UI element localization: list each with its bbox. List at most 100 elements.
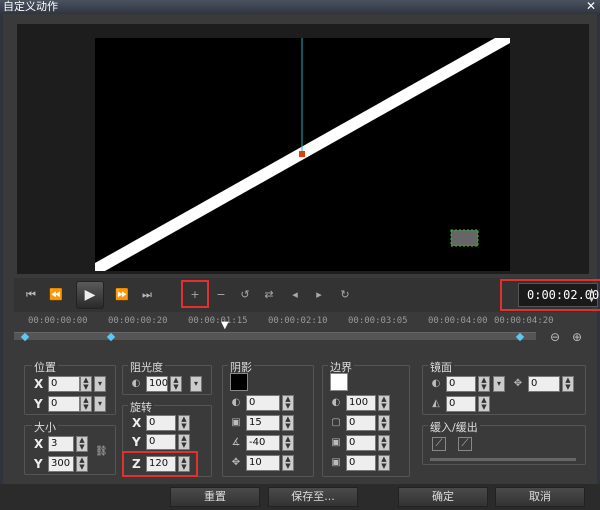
mirror-dropdown[interactable]: ▾ bbox=[493, 376, 505, 392]
opacity-label: 阻光度 bbox=[128, 359, 165, 375]
prev-keyframe-icon[interactable]: ◂ bbox=[284, 286, 306, 304]
opacity-spinner[interactable]: ▲ ▼ bbox=[170, 376, 182, 392]
border-input-4[interactable]: 0 bbox=[346, 455, 376, 471]
position-y-label: Y bbox=[34, 397, 43, 411]
position-x-input[interactable]: 0 bbox=[48, 376, 80, 392]
mirror-fade-icon: ◭ bbox=[432, 398, 440, 409]
loop-icon[interactable]: ↻ bbox=[334, 286, 356, 304]
timecode-spinner[interactable]: ▲ ▼ bbox=[589, 286, 594, 304]
position-label: 位置 bbox=[32, 359, 58, 375]
mirror-input-3[interactable]: 0 bbox=[446, 396, 476, 412]
ease-in-icon[interactable]: ⟋ bbox=[432, 437, 446, 451]
tick-label: 00:00:00:20 bbox=[108, 316, 168, 326]
shadow-input-2[interactable]: 15 bbox=[246, 415, 280, 431]
mirror-input-1[interactable]: 0 bbox=[446, 376, 476, 392]
playhead-icon[interactable]: ▼ bbox=[221, 320, 231, 331]
size-y-spinner[interactable]: ▲ ▼ bbox=[76, 456, 88, 472]
swap-icon[interactable]: ⇄ bbox=[258, 286, 280, 304]
rotation-x-label: X bbox=[132, 416, 142, 430]
rotation-z-input[interactable]: 120 bbox=[146, 456, 176, 472]
go-end-icon[interactable]: ⏭ bbox=[138, 287, 156, 303]
position-y-dropdown[interactable]: ▾ bbox=[94, 396, 106, 412]
ease-out-icon[interactable]: ⟋ bbox=[458, 437, 472, 451]
position-x-dropdown[interactable]: ▾ bbox=[94, 376, 106, 392]
position-y-spinner[interactable]: ▲ ▼ bbox=[80, 396, 92, 412]
shadow-spinner-3[interactable]: ▲ ▼ bbox=[282, 435, 294, 451]
add-keyframe-icon[interactable]: + bbox=[184, 286, 206, 304]
tick-label: 00:00:04:00 bbox=[428, 316, 488, 326]
border-width-icon: ▢ bbox=[331, 417, 341, 428]
rotation-y-label: Y bbox=[132, 435, 141, 449]
cancel-button[interactable]: 取消 bbox=[495, 487, 585, 507]
preview-canvas[interactable] bbox=[95, 38, 510, 271]
zoom-out-icon[interactable]: ⊖ bbox=[550, 330, 560, 344]
position-x-label: X bbox=[34, 377, 44, 391]
mirror-label: 镜面 bbox=[428, 359, 454, 375]
border-color-swatch[interactable] bbox=[330, 373, 348, 391]
border-spinner-2[interactable]: ▲ ▼ bbox=[378, 415, 390, 431]
preview-graphic bbox=[95, 38, 510, 271]
size-y-input[interactable]: 300 bbox=[48, 456, 74, 472]
shadow-spinner-2[interactable]: ▲ ▼ bbox=[282, 415, 294, 431]
close-icon[interactable]: ✕ bbox=[586, 0, 596, 13]
delete-keyframe-icon[interactable]: − bbox=[210, 286, 232, 304]
border-spinner-1[interactable]: ▲ ▼ bbox=[378, 395, 390, 411]
position-y-input[interactable]: 0 bbox=[48, 396, 80, 412]
rotation-z-spinner[interactable]: ▲ ▼ bbox=[178, 456, 190, 472]
next-keyframe-icon[interactable]: ▸ bbox=[308, 286, 330, 304]
ok-button[interactable]: 确定 bbox=[398, 487, 488, 507]
shadow-input-1[interactable]: 0 bbox=[246, 395, 280, 411]
size-x-input[interactable]: 3 bbox=[48, 436, 74, 452]
size-label: 大小 bbox=[32, 419, 58, 435]
reset-button[interactable]: 重置 bbox=[170, 487, 260, 507]
tick-label: 00:00:02:10 bbox=[268, 316, 328, 326]
timeline-track[interactable] bbox=[14, 332, 536, 340]
tick-label: 00:00:03:05 bbox=[348, 316, 408, 326]
border-input-1[interactable]: 100 bbox=[346, 395, 376, 411]
mirror-input-2[interactable]: 0 bbox=[528, 376, 560, 392]
shadow-opacity-icon: ◐ bbox=[231, 397, 241, 408]
mirror-opacity-icon: ◐ bbox=[431, 378, 441, 389]
size-x-spinner[interactable]: ▲ ▼ bbox=[76, 436, 88, 452]
shadow-spinner-4[interactable]: ▲ ▼ bbox=[282, 455, 294, 471]
mirror-spinner-3[interactable]: ▲ ▼ bbox=[478, 396, 490, 412]
position-x-spinner[interactable]: ▲ ▼ bbox=[80, 376, 92, 392]
step-back-icon[interactable]: ⏪ bbox=[47, 287, 65, 303]
rotation-y-input[interactable]: 0 bbox=[146, 434, 176, 450]
go-start-icon[interactable]: ⏮ bbox=[22, 287, 40, 303]
shadow-blur-icon: ▣ bbox=[231, 417, 241, 428]
shadow-spinner-1[interactable]: ▲ ▼ bbox=[282, 395, 294, 411]
mirror-distance-icon: ✥ bbox=[513, 378, 523, 389]
transport-bar: ⏮ ⏪ ▶ ⏩ ⏭ + − ↺ ⇄ ◂ ▸ ↻ 0:00:02.00 ▲ ▼ bbox=[14, 278, 600, 312]
shadow-input-3[interactable]: -40 bbox=[246, 435, 280, 451]
opacity-dropdown[interactable]: ▾ bbox=[190, 376, 202, 392]
reverse-icon[interactable]: ↺ bbox=[234, 286, 256, 304]
mirror-spinner-2[interactable]: ▲ ▼ bbox=[562, 376, 574, 392]
save-to-button[interactable]: 保存至... bbox=[268, 487, 358, 507]
timecode-field[interactable]: 0:00:02.00 ▲ ▼ bbox=[518, 283, 599, 307]
rotation-z-label: Z bbox=[132, 457, 141, 471]
border-spinner-3[interactable]: ▲ ▼ bbox=[378, 435, 390, 451]
mini-object[interactable] bbox=[450, 229, 479, 247]
opacity-icon: ◐ bbox=[131, 378, 141, 389]
step-forward-icon[interactable]: ⏩ bbox=[113, 287, 131, 303]
border-spinner-4[interactable]: ▲ ▼ bbox=[378, 455, 390, 471]
border-input-3[interactable]: 0 bbox=[346, 435, 376, 451]
opacity-input[interactable]: 100 bbox=[146, 376, 168, 392]
link-icon[interactable]: ⛓ bbox=[95, 446, 108, 458]
timeline[interactable]: 00:00:00:00 00:00:00:20 00:00:01:15 00:0… bbox=[14, 316, 554, 346]
rotation-x-input[interactable]: 0 bbox=[146, 415, 176, 431]
shadow-color-swatch[interactable] bbox=[230, 373, 248, 391]
bottom-bar: 重置 保存至... 确定 取消 bbox=[0, 484, 600, 510]
border-input-2[interactable]: 0 bbox=[346, 415, 376, 431]
mirror-spinner-1[interactable]: ▲ ▼ bbox=[478, 376, 490, 392]
zoom-in-icon[interactable]: ⊕ bbox=[572, 330, 582, 344]
anchor-point[interactable] bbox=[299, 151, 305, 157]
rotation-y-spinner[interactable]: ▲ ▼ bbox=[178, 434, 190, 450]
ease-slider-track[interactable] bbox=[430, 458, 576, 461]
rotation-x-spinner[interactable]: ▲ ▼ bbox=[178, 415, 190, 431]
title-bar: 自定义动作 ✕ bbox=[0, 0, 600, 14]
window-title: 自定义动作 bbox=[3, 0, 58, 13]
play-button[interactable]: ▶ bbox=[76, 281, 104, 309]
shadow-input-4[interactable]: 10 bbox=[246, 455, 280, 471]
